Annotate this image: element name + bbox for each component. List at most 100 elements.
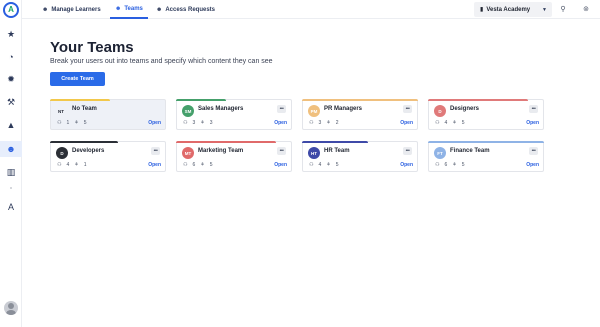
content-count: 5 (461, 162, 465, 168)
members-icon: ⚇ (435, 162, 440, 168)
content-count: 5 (209, 162, 213, 168)
members-count: 1 (66, 120, 70, 126)
team-stats: ⚇ 6 ⚘ 5 (435, 162, 465, 168)
team-badge: D (434, 105, 446, 117)
team-accent-bar (428, 141, 544, 143)
more-options-icon[interactable]: ••• (151, 147, 160, 155)
team-accent-bar (176, 99, 226, 101)
team-stats: ⚇ 4 ⚘ 5 (309, 162, 339, 168)
team-accent-bar (50, 99, 110, 101)
team-card[interactable]: D Designers ••• ⚇ 4 ⚘ 5 Open (428, 99, 544, 130)
team-name: No Team (72, 106, 97, 112)
more-options-icon[interactable]: ••• (529, 147, 538, 155)
bar-chart-icon[interactable]: ▥ (0, 164, 22, 180)
more-options-icon[interactable]: ••• (403, 147, 412, 155)
open-link[interactable]: Open (274, 120, 287, 126)
more-options-icon[interactable]: ••• (403, 105, 412, 113)
org-selector[interactable]: ▮ Vesta Academy ▼ (474, 2, 552, 17)
tab-teams[interactable]: ☻ Teams (110, 0, 148, 19)
open-link[interactable]: Open (526, 120, 539, 126)
team-card[interactable]: FT Finance Team ••• ⚇ 6 ⚘ 5 Open (428, 141, 544, 172)
people-icon: ☻ (115, 5, 122, 12)
people-icon[interactable]: ☻ (0, 141, 22, 157)
building-icon: ▮ (480, 7, 484, 13)
content-icon: ⚘ (200, 162, 205, 168)
members-icon: ⚇ (309, 120, 314, 126)
sidebar: A ★ ◔ ✹ ⚒ ▲ ☻ ▥ A (0, 0, 22, 327)
team-card[interactable]: SM Sales Managers ••• ⚇ 3 ⚘ 3 Open (176, 99, 292, 130)
page-subtitle: Break your users out into teams and spec… (50, 58, 273, 65)
team-card[interactable]: PM PR Managers ••• ⚇ 3 ⚘ 2 Open (302, 99, 418, 130)
team-badge: FT (434, 147, 446, 159)
open-link[interactable]: Open (400, 162, 413, 168)
members-count: 6 (192, 162, 196, 168)
team-stats: ⚇ 3 ⚘ 3 (183, 120, 213, 126)
content-icon: ⚘ (326, 162, 331, 168)
avatar[interactable] (4, 301, 18, 315)
help-icon[interactable]: ⊚ (580, 3, 592, 15)
open-link[interactable]: Open (148, 120, 161, 126)
search-icon[interactable]: ⚲ (557, 3, 569, 15)
team-name: Finance Team (450, 148, 490, 154)
team-card[interactable]: NT No Team ⚇ 1 ⚘ 5 Open (50, 99, 166, 130)
team-stats: ⚇ 6 ⚘ 5 (183, 162, 213, 168)
team-badge: MT (182, 147, 194, 159)
team-name: Designers (450, 106, 480, 112)
tab-access-requests[interactable]: ☻ Access Requests (156, 0, 215, 19)
team-stats: ⚇ 1 ⚘ 5 (57, 120, 87, 126)
team-name: HR Team (324, 148, 350, 154)
open-link[interactable]: Open (274, 162, 287, 168)
create-team-button[interactable]: Create Team (50, 72, 105, 86)
team-stats: ⚇ 4 ⚘ 5 (435, 120, 465, 126)
members-count: 4 (66, 162, 70, 168)
gear-icon[interactable]: ✹ (0, 71, 22, 87)
tab-label: Teams (124, 5, 143, 12)
team-badge: HT (308, 147, 320, 159)
team-card[interactable]: HT HR Team ••• ⚇ 4 ⚘ 5 Open (302, 141, 418, 172)
content-icon: ⚘ (326, 120, 331, 126)
members-icon: ⚇ (57, 120, 62, 126)
members-icon: ⚇ (435, 120, 440, 126)
star-icon[interactable]: ★ (0, 26, 22, 42)
tools-icon[interactable]: ⚒ (0, 94, 22, 110)
members-count: 4 (318, 162, 322, 168)
app-logo[interactable]: A (3, 2, 19, 18)
logo-letter: A (8, 5, 14, 14)
more-options-icon[interactable]: ••• (529, 105, 538, 113)
app-root: A ★ ◔ ✹ ⚒ ▲ ☻ ▥ A ☻ Manage Learners ☻ Te… (0, 0, 600, 327)
content-count: 5 (335, 162, 339, 168)
graduation-cap-icon[interactable]: ▲ (0, 117, 22, 133)
team-accent-bar (302, 141, 368, 143)
team-card[interactable]: D Developers ••• ⚇ 4 ⚘ 1 Open (50, 141, 166, 172)
content-count: 3 (209, 120, 213, 126)
more-options-icon[interactable]: ••• (277, 105, 286, 113)
academy-logo-icon[interactable]: A (0, 199, 22, 215)
team-stats: ⚇ 3 ⚘ 2 (309, 120, 339, 126)
open-link[interactable]: Open (148, 162, 161, 168)
members-icon: ⚇ (183, 162, 188, 168)
team-badge: D (56, 147, 68, 159)
team-accent-bar (302, 99, 418, 101)
top-nav: ☻ Manage Learners ☻ Teams ☻ Access Reque… (22, 0, 600, 19)
team-accent-bar (176, 141, 276, 143)
members-icon: ⚇ (309, 162, 314, 168)
content-count: 1 (83, 162, 87, 168)
more-options-icon[interactable]: ••• (277, 147, 286, 155)
open-link[interactable]: Open (400, 120, 413, 126)
gauge-icon[interactable]: ◔ (0, 49, 22, 65)
open-link[interactable]: Open (526, 162, 539, 168)
content-count: 5 (461, 120, 465, 126)
team-name: Marketing Team (198, 148, 244, 154)
team-card[interactable]: MT Marketing Team ••• ⚇ 6 ⚘ 5 Open (176, 141, 292, 172)
team-name: Sales Managers (198, 106, 244, 112)
team-accent-bar (428, 99, 528, 101)
separator-dot (10, 187, 12, 189)
tab-manage-learners[interactable]: ☻ Manage Learners (42, 0, 101, 19)
team-name: Developers (72, 148, 105, 154)
tab-label: Manage Learners (51, 6, 101, 13)
content-icon: ⚘ (452, 162, 457, 168)
team-badge: PM (308, 105, 320, 117)
people-icon: ☻ (42, 6, 49, 13)
members-icon: ⚇ (183, 120, 188, 126)
members-count: 3 (192, 120, 196, 126)
